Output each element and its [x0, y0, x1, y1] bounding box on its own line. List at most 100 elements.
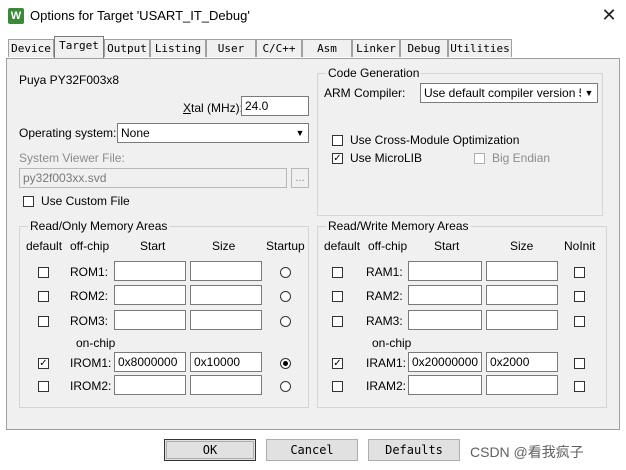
- xtal-input[interactable]: 24.0: [241, 96, 309, 116]
- rom1-default-checkbox[interactable]: [38, 267, 49, 278]
- os-select-value: None: [121, 126, 150, 140]
- iram1-start-input[interactable]: 0x20000000: [408, 352, 482, 372]
- iram1-noinit-checkbox[interactable]: [574, 358, 585, 369]
- rw-header-start: Start: [434, 239, 460, 253]
- ram2-start-input[interactable]: [408, 285, 482, 305]
- csdn-watermark: CSDN @看我疯子: [470, 444, 584, 460]
- keil-app-icon: W: [8, 8, 24, 24]
- rom2-label: ROM2:: [70, 289, 109, 303]
- ram2-noinit-checkbox[interactable]: [574, 291, 585, 302]
- iram2-default-checkbox[interactable]: [332, 381, 343, 392]
- code-generation-group: Code Generation ARM Compiler: Use defaul…: [317, 66, 603, 216]
- ram3-default-checkbox[interactable]: [332, 316, 343, 327]
- tab-asm[interactable]: Asm: [302, 39, 352, 57]
- irom1-start-input[interactable]: 0x8000000: [114, 352, 186, 372]
- iram2-size-input[interactable]: [486, 375, 558, 395]
- tab-device[interactable]: Device: [8, 39, 54, 57]
- irom1-label: IROM1:: [70, 356, 112, 370]
- tab-linker[interactable]: Linker: [352, 39, 400, 57]
- cancel-button[interactable]: Cancel: [266, 439, 358, 461]
- xtal-label: Xtal (MHz):: [183, 101, 243, 115]
- ro-header-startup: Startup: [266, 239, 305, 253]
- rom3-default-checkbox[interactable]: [38, 316, 49, 327]
- irom1-startup-radio[interactable]: [280, 358, 291, 369]
- chevron-down-icon: ▼: [292, 124, 308, 142]
- cross-module-checkbox[interactable]: [332, 135, 343, 146]
- ro-onchip-label: on-chip: [76, 336, 116, 350]
- ram1-noinit-checkbox[interactable]: [574, 267, 585, 278]
- device-name: Puya PY32F003x8: [19, 73, 120, 87]
- tab-debug[interactable]: Debug: [400, 39, 448, 57]
- irom2-startup-radio[interactable]: [280, 381, 291, 392]
- tab-user[interactable]: User: [206, 39, 256, 57]
- rom1-size-input[interactable]: [190, 261, 262, 281]
- target-panel: Puya PY32F003x8 Xtal (MHz): 24.0 Operati…: [6, 58, 620, 430]
- iram2-label: IRAM2:: [366, 379, 407, 393]
- tab-utilities[interactable]: Utilities: [448, 39, 512, 57]
- ram1-default-checkbox[interactable]: [332, 267, 343, 278]
- ro-header-default: default: [26, 239, 63, 253]
- arm-compiler-label: ARM Compiler:: [324, 86, 406, 100]
- arm-compiler-select[interactable]: Use default compiler version 5 ▼: [420, 83, 598, 103]
- ram3-size-input[interactable]: [486, 310, 558, 330]
- ram1-start-input[interactable]: [408, 261, 482, 281]
- big-endian-label: Big Endian: [492, 151, 551, 165]
- big-endian-checkbox: [474, 153, 485, 164]
- window-title: Options for Target 'USART_IT_Debug': [30, 8, 250, 23]
- irom1-default-checkbox[interactable]: ✓: [38, 358, 49, 369]
- irom2-default-checkbox[interactable]: [38, 381, 49, 392]
- chevron-down-icon: ▼: [581, 84, 597, 102]
- close-icon[interactable]: ✕: [598, 4, 620, 26]
- os-select[interactable]: None ▼: [117, 123, 309, 143]
- irom2-start-input[interactable]: [114, 375, 186, 395]
- ram2-default-checkbox[interactable]: [332, 291, 343, 302]
- rw-header-size: Size: [510, 239, 534, 253]
- tab-listing[interactable]: Listing: [150, 39, 206, 57]
- irom2-size-input[interactable]: [190, 375, 262, 395]
- rom3-startup-radio[interactable]: [280, 316, 291, 327]
- iram1-default-checkbox[interactable]: ✓: [332, 358, 343, 369]
- rom1-label: ROM1:: [70, 265, 109, 279]
- ram1-label: RAM1:: [366, 265, 403, 279]
- use-custom-file-label: Use Custom File: [41, 194, 130, 208]
- iram1-label: IRAM1:: [366, 356, 407, 370]
- ram2-label: RAM2:: [366, 289, 403, 303]
- rom2-startup-radio[interactable]: [280, 291, 291, 302]
- ro-header-offchip: off-chip: [70, 239, 110, 253]
- cross-module-label: Use Cross-Module Optimization: [350, 133, 520, 147]
- svd-browse-button: ...: [291, 168, 309, 188]
- rom3-size-input[interactable]: [190, 310, 262, 330]
- tab-target[interactable]: Target: [54, 36, 104, 58]
- tab-output[interactable]: Output: [104, 39, 150, 57]
- ok-button[interactable]: OK: [164, 439, 256, 461]
- rw-memory-title: Read/Write Memory Areas: [326, 219, 471, 233]
- tab-cc[interactable]: C/C++: [256, 39, 302, 57]
- rom2-default-checkbox[interactable]: [38, 291, 49, 302]
- irom1-size-input[interactable]: 0x10000: [190, 352, 262, 372]
- ro-memory-title: Read/Only Memory Areas: [28, 219, 170, 233]
- defaults-button[interactable]: Defaults: [368, 439, 460, 461]
- iram1-size-input[interactable]: 0x2000: [486, 352, 558, 372]
- rom2-size-input[interactable]: [190, 285, 262, 305]
- xtal-label-accel: X: [183, 101, 192, 115]
- rom1-startup-radio[interactable]: [280, 267, 291, 278]
- rw-header-default: default: [324, 239, 361, 253]
- rw-memory-group: Read/Write Memory Areas default off-chip…: [317, 219, 607, 408]
- rom1-start-input[interactable]: [114, 261, 186, 281]
- rom3-start-input[interactable]: [114, 310, 186, 330]
- rom2-start-input[interactable]: [114, 285, 186, 305]
- irom2-label: IROM2:: [70, 379, 112, 393]
- iram2-noinit-checkbox[interactable]: [574, 381, 585, 392]
- ram3-noinit-checkbox[interactable]: [574, 316, 585, 327]
- rw-onchip-label: on-chip: [372, 336, 412, 350]
- use-custom-file-checkbox[interactable]: [23, 196, 34, 207]
- microlib-checkbox[interactable]: ✓: [332, 153, 343, 164]
- rom3-label: ROM3:: [70, 314, 109, 328]
- iram2-start-input[interactable]: [408, 375, 482, 395]
- ram2-size-input[interactable]: [486, 285, 558, 305]
- ro-memory-group: Read/Only Memory Areas default off-chip …: [19, 219, 309, 408]
- ram3-start-input[interactable]: [408, 310, 482, 330]
- code-generation-title: Code Generation: [326, 66, 422, 80]
- arm-compiler-value: Use default compiler version 5: [424, 86, 586, 100]
- ram1-size-input[interactable]: [486, 261, 558, 281]
